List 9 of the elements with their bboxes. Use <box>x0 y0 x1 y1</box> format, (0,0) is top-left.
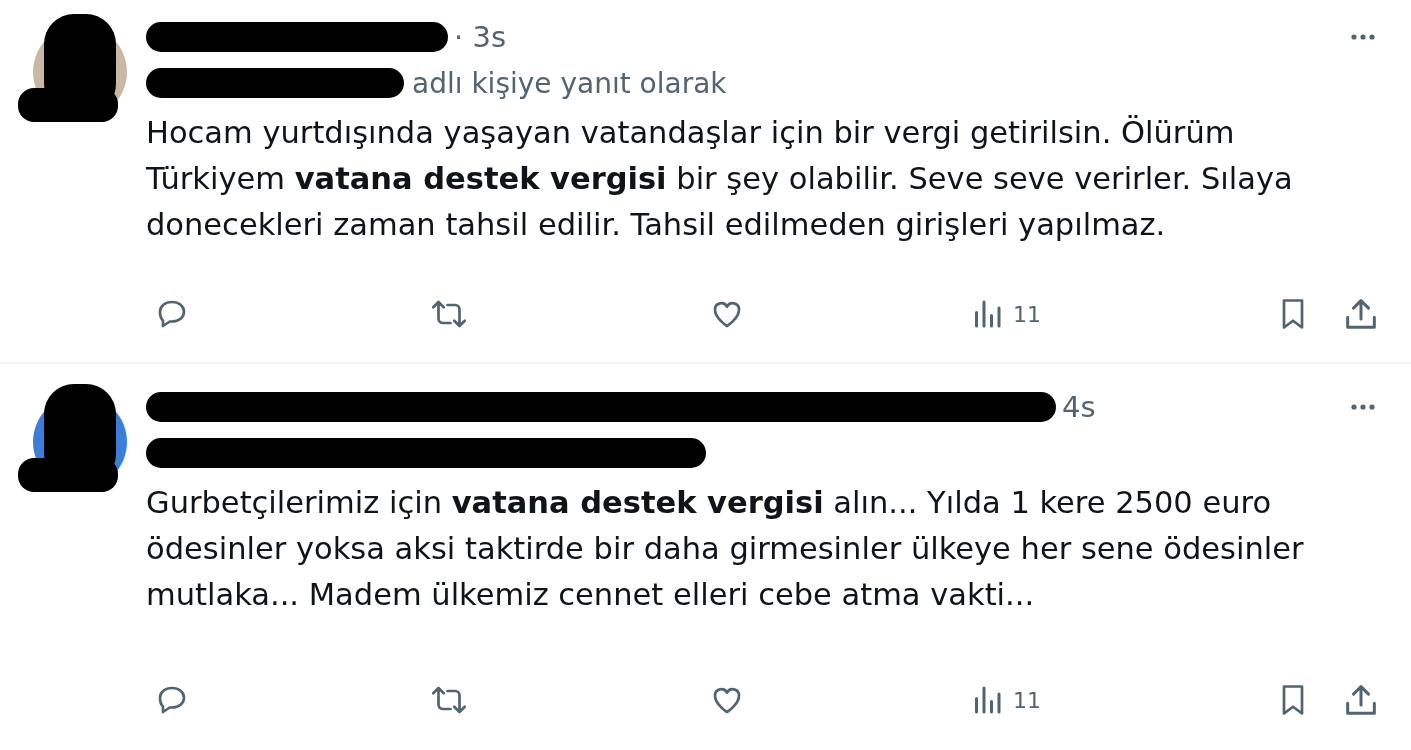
view-count: 11 <box>1013 687 1041 713</box>
reply-note: adlı kişiye yanıt olarak <box>412 66 727 100</box>
timestamp[interactable]: · 3s <box>454 20 506 54</box>
redacted-avatar-drawing[interactable] <box>18 14 128 124</box>
tweet-text: Hocam yurtdışında yaşayan vatandaşlar için bir vergi getirilsin. Ölürüm Türkiyem vatana destek vergisi bir şey olabilir. Seve seve verirler. Sılaya donecekleri zaman tahsil edilir. Tahsil edilmeden girişleri yapılmaz. <box>146 114 1294 244</box>
redacted-avatar-drawing[interactable] <box>18 384 128 494</box>
timestamp[interactable]: 4s <box>1062 390 1096 424</box>
view-count: 11 <box>1013 301 1041 327</box>
tweet-text: Gurbetçilerimiz için vatana destek vergisi alın... Yılda 1 kere 2500 euro ödesinler yoksa aksi taktirde bir daha girmesinler ülkeye her sene ödesinler mutlaka... Madem ülkemiz cennet elleri cebe atma vakti... <box>146 484 1305 614</box>
